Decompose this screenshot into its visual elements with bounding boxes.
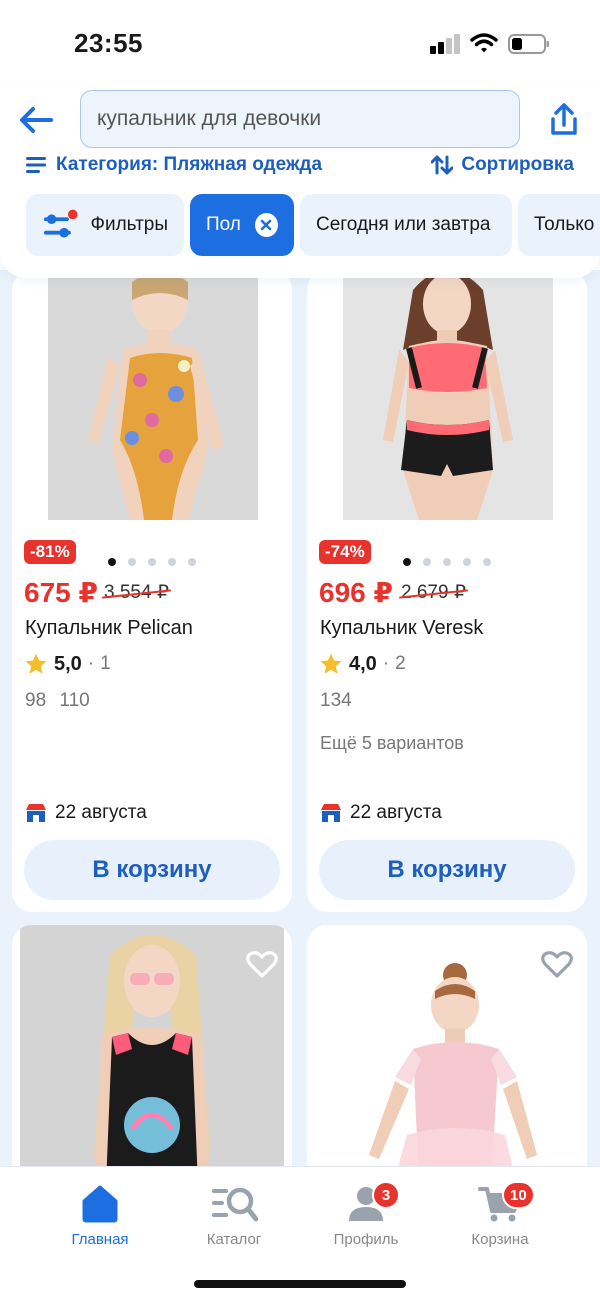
- rating: 5,0 · 1: [24, 652, 111, 676]
- profile-badge: 3: [372, 1181, 400, 1209]
- star-icon: [320, 653, 342, 674]
- swimsuit-photo-image: [343, 270, 553, 520]
- search-header: Категория: Пляжная одежда Сортировка Фил…: [0, 88, 600, 278]
- product-photo[interactable]: [317, 925, 577, 1185]
- nav-label: Главная: [71, 1231, 129, 1248]
- photo-pager-dots: [403, 558, 491, 566]
- sort-button[interactable]: Сортировка: [431, 150, 574, 180]
- chip-only[interactable]: Только: [518, 194, 600, 256]
- status-bar: 23:55: [0, 0, 600, 88]
- sort-label: Сортировка: [461, 154, 574, 175]
- rating-value: 5,0: [54, 652, 82, 675]
- filters-sliders-icon: [43, 209, 78, 238]
- search-field[interactable]: [80, 90, 520, 148]
- rating: 4,0 · 2: [319, 652, 406, 676]
- arrow-left-icon: [20, 107, 53, 133]
- product-grid: -81% 675 ₽ 3 554 ₽ Купальник Pelican 5,0…: [0, 270, 600, 1185]
- share-button[interactable]: [544, 100, 584, 140]
- home-icon: [82, 1185, 118, 1223]
- sizes: 134: [320, 690, 352, 711]
- heart-icon: [246, 951, 278, 978]
- sizes: 98 110: [25, 690, 90, 711]
- old-price: 2 679 ₽: [401, 582, 466, 603]
- nav-catalog[interactable]: Каталог: [174, 1185, 294, 1248]
- close-icon: [261, 219, 272, 231]
- clear-filter-button[interactable]: [254, 213, 278, 237]
- cellular-signal-icon: [430, 34, 462, 54]
- filter-chips: Фильтры Пол Сегодня или завтра Только: [0, 194, 600, 256]
- share-icon: [551, 103, 577, 135]
- chip-gender[interactable]: Пол: [190, 194, 294, 256]
- cart-badge: 10: [502, 1181, 535, 1209]
- chip-label: Фильтры: [90, 214, 168, 235]
- status-time: 23:55: [74, 28, 143, 58]
- search-input[interactable]: [81, 91, 519, 147]
- product-photo[interactable]: [48, 270, 258, 520]
- product-card[interactable]: -74% 696 ₽ 2 679 ₽ Купальник Veresk 4,0 …: [307, 270, 587, 912]
- rating-value: 4,0: [349, 652, 377, 675]
- product-title[interactable]: Купальник Veresk: [320, 617, 483, 640]
- category-selector[interactable]: Категория: Пляжная одежда: [26, 150, 322, 180]
- delivery-date: 22 августа: [320, 802, 442, 824]
- pickup-point-icon: [26, 804, 46, 822]
- chip-label: Сегодня или завтра: [316, 214, 491, 235]
- pickup-point-icon: [321, 804, 341, 822]
- nav-home[interactable]: Главная: [40, 1185, 160, 1248]
- nav-label: Каталог: [206, 1231, 262, 1248]
- delivery-date: 22 августа: [25, 802, 147, 824]
- favorite-button[interactable]: [539, 947, 575, 983]
- catalog-search-icon: [212, 1187, 258, 1222]
- add-to-cart-button[interactable]: В корзину: [319, 840, 575, 900]
- star-icon: [25, 653, 47, 674]
- heart-icon: [541, 951, 573, 978]
- price: 675 ₽: [24, 577, 98, 608]
- product-photo[interactable]: [343, 270, 553, 520]
- discount-badge: -81%: [24, 540, 76, 564]
- list-icon: [26, 157, 46, 173]
- delivery-text: 22 августа: [55, 802, 147, 823]
- product-title[interactable]: Купальник Pelican: [25, 617, 193, 640]
- battery-icon: [508, 34, 549, 54]
- chip-label: Пол: [206, 214, 241, 235]
- nav-label: Профиль: [333, 1231, 399, 1248]
- nav-label: Корзина: [471, 1231, 529, 1248]
- nav-profile[interactable]: 3 Профиль: [306, 1181, 426, 1248]
- product-card[interactable]: -81% 675 ₽ 3 554 ₽ Купальник Pelican 5,0…: [12, 270, 292, 912]
- back-button[interactable]: [16, 100, 56, 140]
- chip-today-tomorrow[interactable]: Сегодня или завтра: [300, 194, 512, 256]
- chip-filters[interactable]: Фильтры: [26, 194, 184, 256]
- home-indicator: [194, 1280, 406, 1288]
- wifi-icon: [470, 33, 498, 53]
- review-count: 2: [395, 653, 406, 674]
- more-variants-link[interactable]: Ещё 5 вариантов: [320, 733, 464, 754]
- discount-badge: -74%: [319, 540, 371, 564]
- photo-pager-dots: [108, 558, 196, 566]
- sort-arrows-icon: [431, 155, 454, 175]
- category-label: Категория: Пляжная одежда: [56, 154, 323, 175]
- product-card[interactable]: [307, 925, 587, 1185]
- price: 696 ₽: [319, 577, 393, 608]
- product-card[interactable]: [12, 925, 292, 1185]
- favorite-button[interactable]: [244, 947, 280, 983]
- swimsuit-photo-image: [48, 270, 258, 520]
- review-count: 1: [100, 653, 111, 674]
- add-to-cart-button[interactable]: В корзину: [24, 840, 280, 900]
- delivery-text: 22 августа: [350, 802, 442, 823]
- chip-label: Только: [534, 214, 595, 235]
- nav-cart[interactable]: 10 Корзина: [440, 1181, 560, 1248]
- old-price: 3 554 ₽: [104, 582, 169, 603]
- leotard-photo-image: [317, 925, 577, 1185]
